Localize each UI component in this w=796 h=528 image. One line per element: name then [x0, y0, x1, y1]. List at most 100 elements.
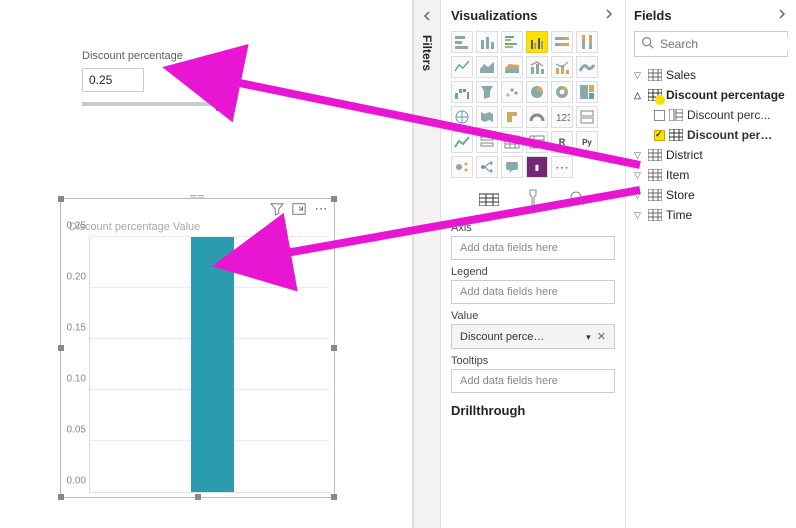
- table-store[interactable]: ▽ Store: [634, 185, 788, 205]
- viz-line-icon[interactable]: [451, 56, 473, 78]
- slicer-slider[interactable]: [82, 102, 222, 106]
- search-icon: [641, 36, 654, 52]
- value-well[interactable]: Discount percentage Va ▾ ✕: [451, 324, 615, 349]
- viz-donut-icon[interactable]: [551, 81, 573, 103]
- viz-powerapps-icon[interactable]: ▮: [526, 156, 548, 178]
- table-sales[interactable]: ▽ Sales: [634, 65, 788, 85]
- fields-header: Fields: [634, 8, 672, 23]
- chevron-down-icon[interactable]: ▽: [634, 70, 644, 81]
- more-options-icon[interactable]: ⋯: [314, 202, 328, 216]
- viz-stacked-column-icon[interactable]: [476, 31, 498, 53]
- viz-stacked-area-icon[interactable]: [501, 56, 523, 78]
- measure-table-icon: [669, 129, 683, 141]
- expand-filters-icon[interactable]: [421, 10, 433, 25]
- axis-label: Axis: [451, 222, 615, 234]
- viz-ribbon-icon[interactable]: [576, 56, 598, 78]
- table-district[interactable]: ▽ District: [634, 145, 788, 165]
- drag-handle[interactable]: ══: [185, 191, 211, 195]
- bar-chart-visual[interactable]: ══ ⋯ Discount percentage Value 0.00 0: [60, 198, 335, 498]
- fields-pane: Fields ▽ Sales △ Discount percentage: [626, 0, 796, 528]
- fields-tab-icon[interactable]: [477, 188, 501, 208]
- viz-scatter-icon[interactable]: [501, 81, 523, 103]
- viz-funnel-icon[interactable]: [476, 81, 498, 103]
- drillthrough-header: Drillthrough: [451, 403, 615, 418]
- fields-search[interactable]: [634, 31, 788, 57]
- viz-table-icon[interactable]: [501, 131, 523, 153]
- hierarchy-icon: [669, 109, 683, 121]
- table-time[interactable]: ▽ Time: [634, 205, 788, 225]
- viz-multirow-card-icon[interactable]: [576, 106, 598, 128]
- table-icon: [648, 89, 662, 101]
- chevron-up-icon[interactable]: △: [634, 90, 644, 101]
- table-item[interactable]: ▽ Item: [634, 165, 788, 185]
- viz-python-icon[interactable]: Py: [576, 131, 598, 153]
- table-discount-percentage[interactable]: △ Discount percentage: [634, 85, 788, 105]
- viz-treemap-icon[interactable]: [576, 81, 598, 103]
- viz-100-stacked-column-icon[interactable]: [576, 31, 598, 53]
- chevron-down-icon[interactable]: ▽: [634, 190, 644, 201]
- legend-label: Legend: [451, 266, 615, 278]
- filters-label: Filters: [420, 35, 434, 71]
- viz-card-icon[interactable]: 123: [551, 106, 573, 128]
- svg-text:123: 123: [556, 113, 570, 124]
- remove-field-icon[interactable]: ✕: [594, 331, 606, 343]
- y-tick: 0.05: [62, 425, 86, 436]
- viz-filled-map-icon[interactable]: [476, 106, 498, 128]
- chevron-down-icon[interactable]: ▽: [634, 150, 644, 161]
- viz-r-icon[interactable]: R: [551, 131, 573, 153]
- viz-kpi-icon[interactable]: [451, 131, 473, 153]
- y-tick: 0.20: [62, 272, 86, 283]
- chevron-down-icon[interactable]: ▽: [634, 170, 644, 181]
- value-field-name: Discount percentage Va: [460, 331, 550, 343]
- viz-clustered-column-icon[interactable]: [526, 31, 548, 53]
- value-label: Value: [451, 310, 615, 322]
- viz-waterfall-icon[interactable]: [451, 81, 473, 103]
- y-tick: 0.10: [62, 374, 86, 385]
- filters-pane-collapsed[interactable]: Filters: [413, 0, 441, 528]
- viz-combo2-icon[interactable]: [551, 56, 573, 78]
- viz-stacked-bar-icon[interactable]: [451, 31, 473, 53]
- viz-100-stacked-bar-icon[interactable]: [551, 31, 573, 53]
- analytics-tab-icon[interactable]: [565, 188, 589, 208]
- tooltips-label: Tooltips: [451, 355, 615, 367]
- slicer-value-input[interactable]: 0.25: [82, 68, 144, 92]
- table-icon: [648, 209, 662, 221]
- search-input[interactable]: [660, 37, 796, 51]
- checkbox-checked[interactable]: [654, 130, 665, 141]
- viz-import-icon[interactable]: ⋯: [551, 156, 573, 178]
- viz-matrix-icon[interactable]: [526, 131, 548, 153]
- slicer-title: Discount percentage: [82, 50, 232, 62]
- slicer-thumb[interactable]: [216, 97, 222, 111]
- table-icon: [648, 169, 662, 181]
- viz-pie-icon[interactable]: [526, 81, 548, 103]
- legend-well[interactable]: Add data fields here: [451, 280, 615, 304]
- chevron-down-icon[interactable]: ▾: [586, 332, 591, 342]
- filter-icon[interactable]: [270, 202, 284, 216]
- focus-mode-icon[interactable]: [292, 202, 306, 216]
- viz-slicer-icon[interactable]: [476, 131, 498, 153]
- field-discount-perc-1[interactable]: Discount perc...: [634, 105, 788, 125]
- viz-area-icon[interactable]: [476, 56, 498, 78]
- checkbox[interactable]: [654, 110, 665, 121]
- viz-qna-icon[interactable]: [501, 156, 523, 178]
- field-discount-perc-2[interactable]: Discount perc...: [634, 125, 788, 145]
- tooltips-well[interactable]: Add data fields here: [451, 369, 615, 393]
- viz-map-icon[interactable]: [451, 106, 473, 128]
- report-canvas[interactable]: Discount percentage 0.25 ══ ⋯ Discount p…: [0, 0, 413, 528]
- table-icon: [648, 189, 662, 201]
- collapse-viz-icon[interactable]: [603, 8, 615, 23]
- viz-decomposition-icon[interactable]: [476, 156, 498, 178]
- viz-combo-icon[interactable]: [526, 56, 548, 78]
- axis-well[interactable]: Add data fields here: [451, 236, 615, 260]
- viz-clustered-bar-icon[interactable]: [501, 31, 523, 53]
- chart-title: Discount percentage Value: [61, 219, 334, 237]
- format-tab-icon[interactable]: [521, 188, 545, 208]
- viz-shape-map-icon[interactable]: [501, 106, 523, 128]
- viz-gauge-icon[interactable]: [526, 106, 548, 128]
- visualizations-header: Visualizations: [451, 8, 537, 23]
- slicer-visual[interactable]: Discount percentage 0.25: [82, 50, 232, 106]
- chevron-down-icon[interactable]: ▽: [634, 210, 644, 221]
- collapse-fields-icon[interactable]: [776, 8, 788, 23]
- viz-key-influencers-icon[interactable]: [451, 156, 473, 178]
- visualizations-pane: Visualizations: [441, 0, 626, 528]
